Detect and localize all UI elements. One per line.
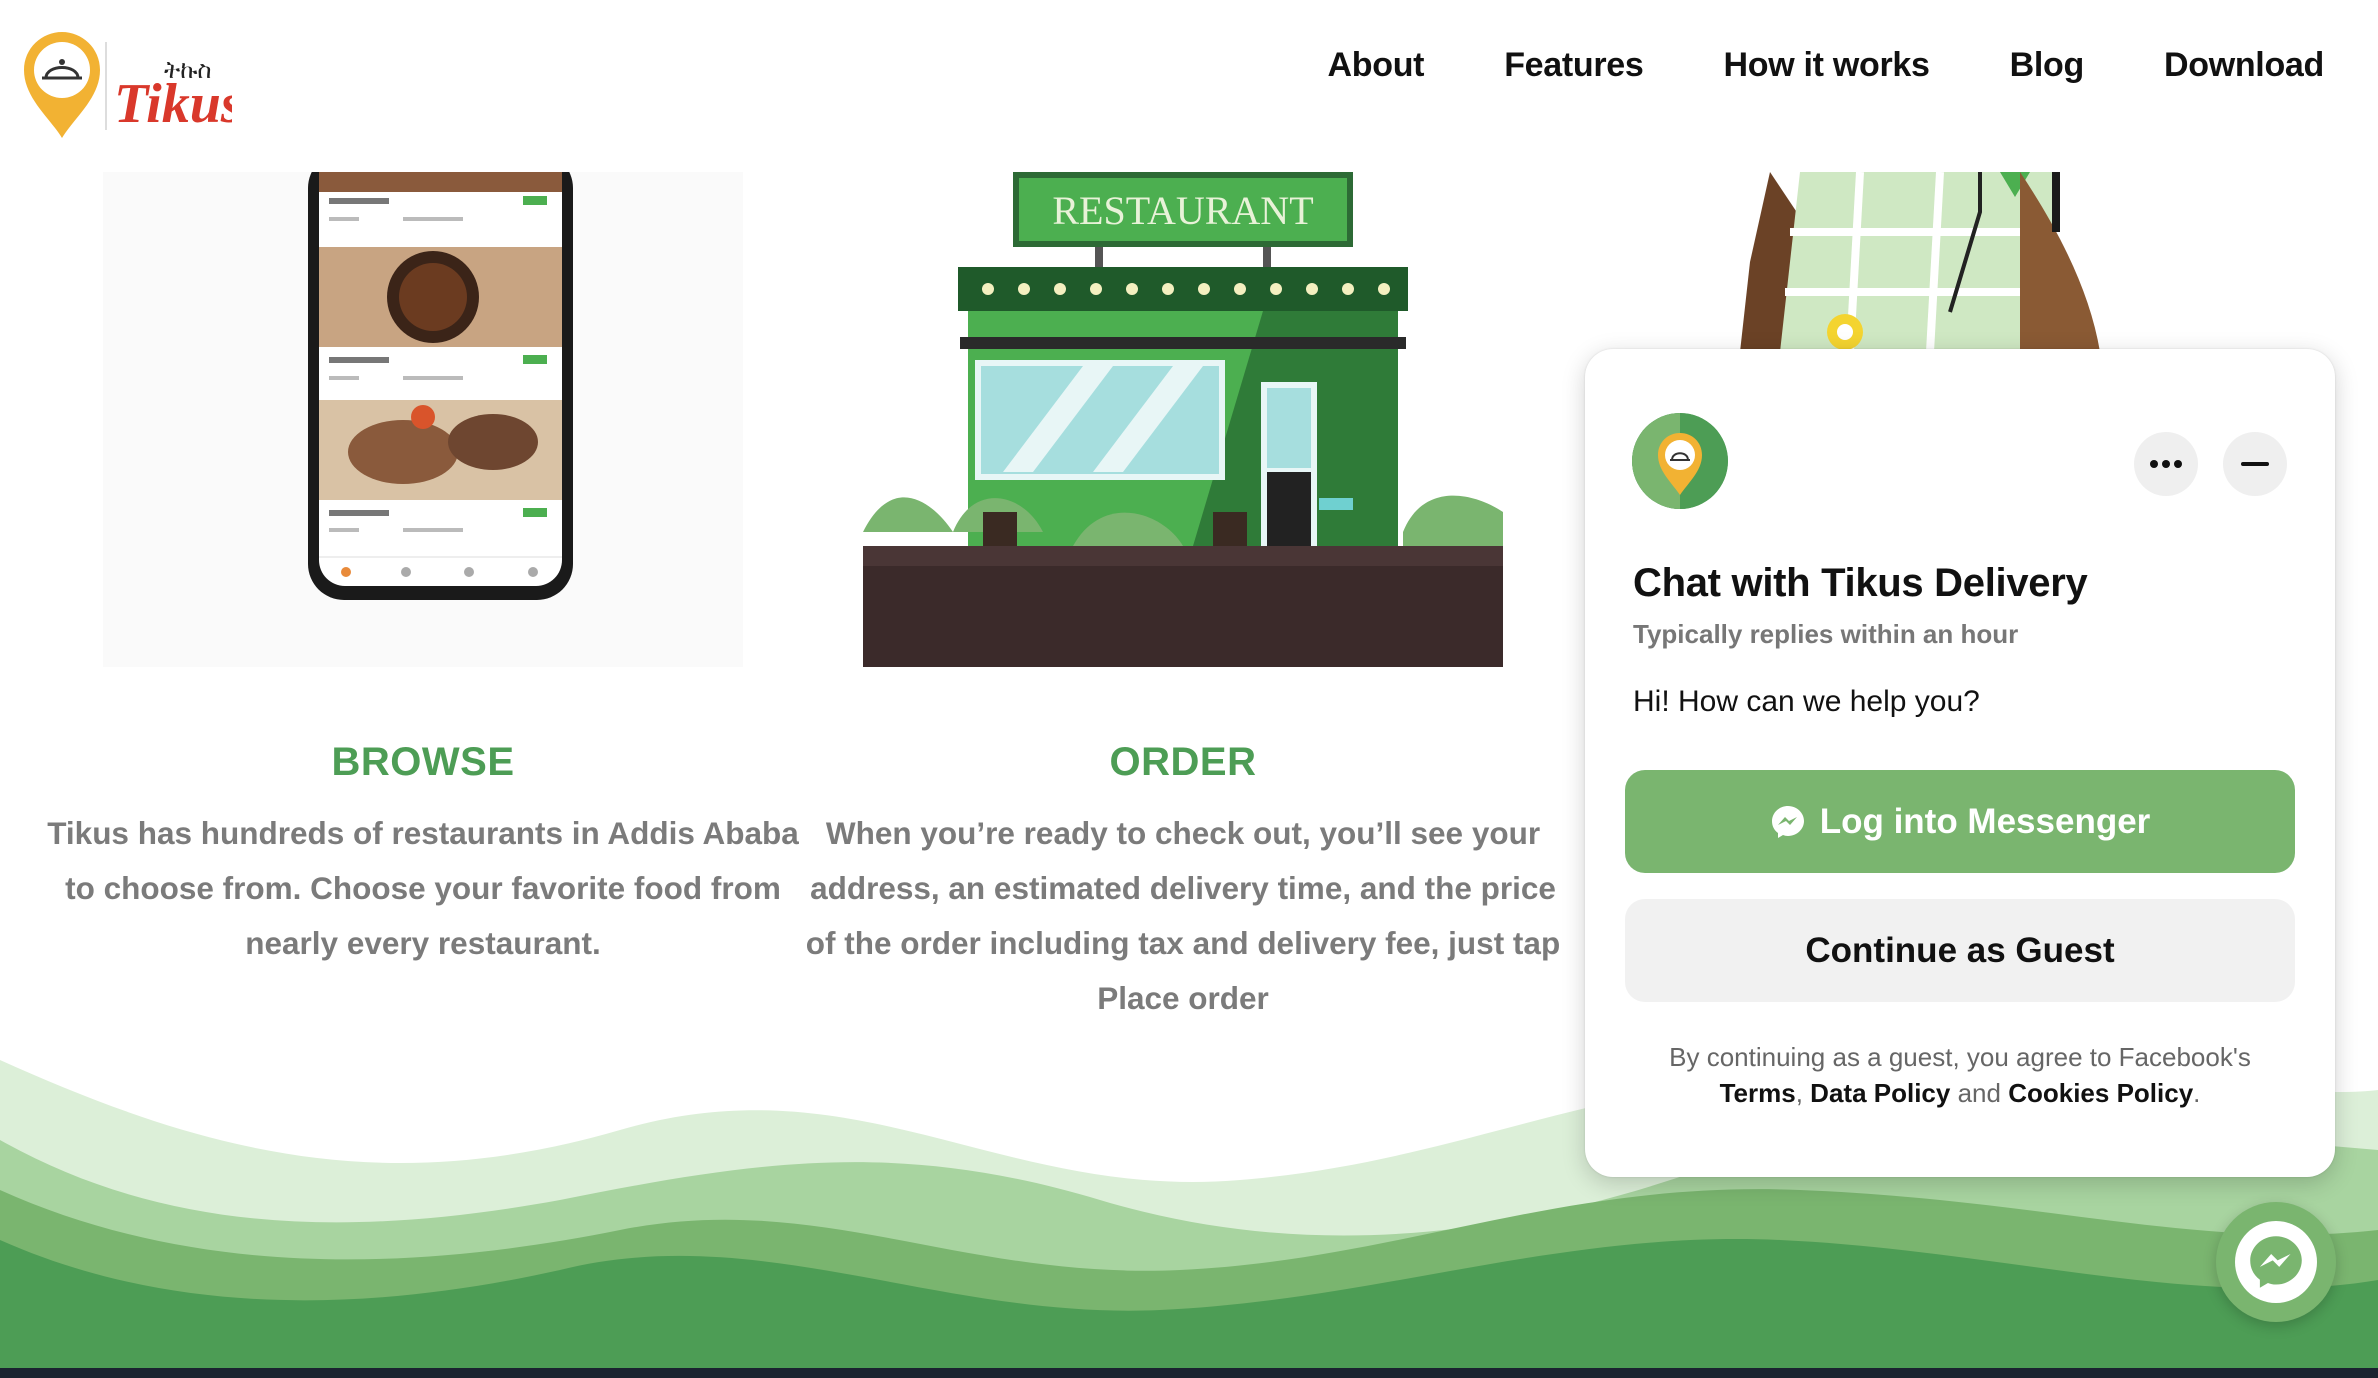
legal-and: and <box>1957 1078 2001 1108</box>
messenger-icon <box>1771 805 1804 838</box>
order-line: When you’re ready to check out, you’ll s… <box>825 815 1541 851</box>
data-policy-link[interactable]: Data Policy <box>1810 1078 1950 1108</box>
messenger-button-label: Log into Messenger <box>1819 801 2151 841</box>
browse-line: nearly every restaurant. <box>245 925 601 961</box>
legal-prefix: By continuing as a guest, you agree to F… <box>1669 1042 2251 1072</box>
svg-text:RESTAURANT: RESTAURANT <box>1052 188 1313 233</box>
cookies-policy-link[interactable]: Cookies Policy <box>2008 1078 2193 1108</box>
messenger-icon <box>2250 1236 2302 1288</box>
order-description: When you’re ready to check out, you’ll s… <box>803 806 1563 1026</box>
order-line: address, an estimated delivery time, and… <box>810 870 1556 906</box>
messenger-launcher-button[interactable] <box>2216 1202 2336 1322</box>
chat-subtitle: Typically replies within an hour <box>1633 619 2019 649</box>
browse-illustration <box>103 152 743 667</box>
guest-button-label: Continue as Guest <box>1805 930 2115 970</box>
browse-line: to choose from. Choose your favorite foo… <box>65 870 781 906</box>
site-header: Tikus ትኩስ About Features How it works Bl… <box>0 0 2378 150</box>
editor-status-bar <box>0 1368 2378 1378</box>
continue-as-guest-button[interactable]: Continue as Guest <box>1625 899 2295 1002</box>
order-illustration: RESTAURANT <box>863 172 1503 667</box>
order-line: Place order <box>1097 980 1269 1016</box>
minimize-button[interactable] <box>2223 432 2287 496</box>
legal-period: . <box>2193 1078 2201 1108</box>
svg-text:ትኩስ: ትኩስ <box>164 56 211 84</box>
chat-title: Chat with Tikus Delivery <box>1633 561 2088 605</box>
terms-link[interactable]: Terms <box>1720 1078 1796 1108</box>
browse-description: Tikus has hundreds of restaurants in Add… <box>43 806 803 971</box>
legal-notice: By continuing as a guest, you agree to F… <box>1615 1039 2305 1111</box>
tikus-logo[interactable]: Tikus ትኩስ <box>22 30 243 140</box>
log-into-messenger-button[interactable]: Log into Messenger <box>1625 770 2295 873</box>
messenger-launcher-inner <box>2235 1221 2317 1303</box>
order-line: of the order including tax and delivery … <box>805 925 1561 961</box>
legal-comma: , <box>1795 1078 1803 1108</box>
nav-features[interactable]: Features <box>1504 46 1644 85</box>
chat-greeting: Hi! How can we help you? <box>1633 685 1980 718</box>
messenger-chat-card: Chat with Tikus Delivery Typically repli… <box>1585 349 2335 1177</box>
browse-title: BROWSE <box>331 740 515 784</box>
minus-icon <box>2241 462 2269 466</box>
nav-download[interactable]: Download <box>2164 46 2324 85</box>
browse-line: Tikus has hundreds of restaurants in Add… <box>47 815 799 851</box>
nav-blog[interactable]: Blog <box>2010 46 2085 85</box>
delivery-map-illustration <box>1640 172 2120 352</box>
order-title: ORDER <box>1109 740 1257 784</box>
ellipsis-icon <box>2150 460 2182 468</box>
tikus-avatar <box>1632 413 1728 509</box>
more-options-button[interactable] <box>2134 432 2198 496</box>
main-nav: About Features How it works Blog Downloa… <box>1328 46 2325 85</box>
nav-how-it-works[interactable]: How it works <box>1724 46 1930 85</box>
nav-about[interactable]: About <box>1328 46 1425 85</box>
